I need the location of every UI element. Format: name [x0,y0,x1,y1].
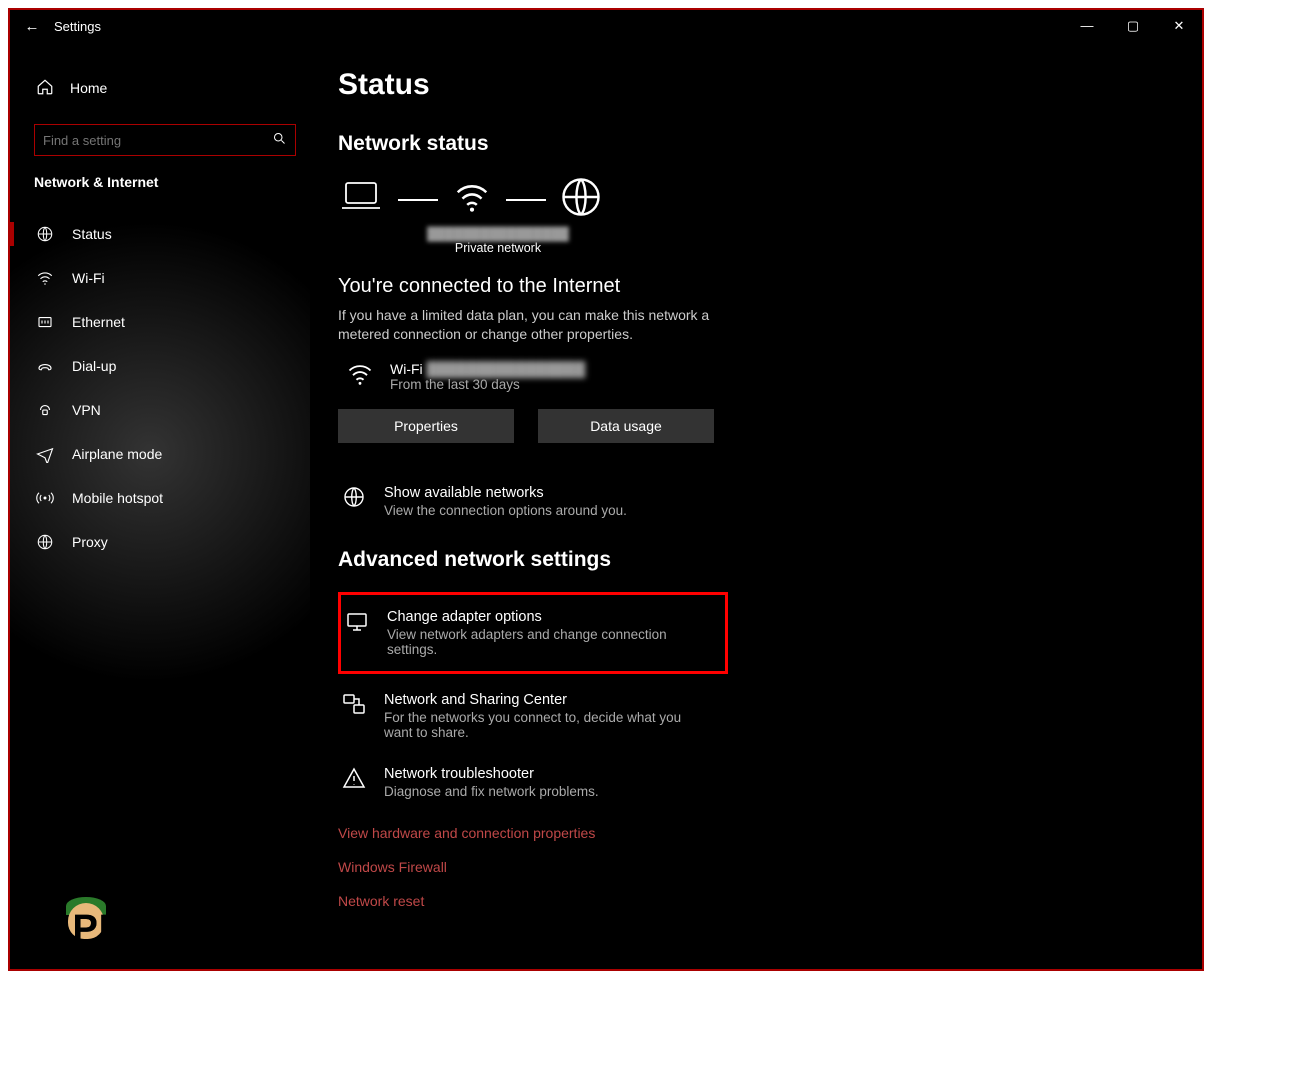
option-subtitle: Diagnose and fix network problems. [384,784,599,799]
maximize-button[interactable]: ▢ [1110,10,1156,42]
warning-icon [342,766,366,795]
sidebar-item-ethernet[interactable]: Ethernet [10,300,310,344]
option-subtitle: View network adapters and change connect… [387,627,711,657]
sidebar-item-airplane[interactable]: Airplane mode [10,432,310,476]
option-subtitle: View the connection options around you. [384,503,627,518]
connection-period: From the last 30 days [390,377,585,392]
link-hardware-properties[interactable]: View hardware and connection properties [338,825,1162,841]
option-title: Change adapter options [387,609,711,625]
diagram-ssid-blurred: ████████████████ [338,227,658,241]
back-button[interactable]: ← [10,18,54,35]
sidebar-label: Airplane mode [72,446,162,462]
globe-icon [560,176,602,223]
home-label: Home [70,80,107,96]
sidebar-label: Status [72,226,112,242]
search-box[interactable] [34,124,296,156]
sidebar-item-hotspot[interactable]: Mobile hotspot [10,476,310,520]
option-title: Network and Sharing Center [384,692,712,708]
watermark: APPUALS [44,908,233,951]
home-icon [36,78,54,99]
vpn-icon [36,401,54,419]
link-windows-firewall[interactable]: Windows Firewall [338,859,1162,875]
sidebar-label: Mobile hotspot [72,490,163,506]
sharing-icon [342,692,366,721]
link-network-reset[interactable]: Network reset [338,893,1162,909]
proxy-icon [36,533,54,551]
section-advanced: Advanced network settings [338,548,1162,572]
content-pane: Status Network status ████████████████ P… [310,42,1202,969]
section-network-status: Network status [338,132,1162,156]
connected-description: If you have a limited data plan, you can… [338,306,738,344]
sidebar-label: Ethernet [72,314,125,330]
sidebar-label: Dial-up [72,358,116,374]
laptop-icon [338,178,384,221]
connection-row: Wi-Fi ████████████████ From the last 30 … [338,360,1162,393]
search-input[interactable] [43,133,272,148]
globe-icon [36,225,54,243]
data-usage-button[interactable]: Data usage [538,409,714,443]
window-title: Settings [54,19,101,34]
show-available-networks[interactable]: Show available networks View the connect… [338,477,728,526]
connection-ssid-blurred: ████████████████ [427,361,586,377]
hotspot-icon [36,489,54,507]
search-icon [272,131,287,149]
page-title: Status [338,68,1162,102]
dialup-icon [36,357,54,375]
ethernet-icon [36,313,54,331]
diagram-network-type: Private network [338,241,658,255]
connection-type: Wi-Fi [390,361,423,377]
wifi-icon [346,360,374,393]
airplane-icon [36,445,54,463]
sidebar-label: Proxy [72,534,108,550]
sidebar-label: Wi-Fi [72,270,105,286]
connected-heading: You're connected to the Internet [338,275,1162,298]
adapter-icon [345,609,369,638]
sidebar-item-status[interactable]: Status [10,212,310,256]
sidebar-label: VPN [72,402,101,418]
network-sharing-center[interactable]: Network and Sharing Center For the netwo… [338,684,728,748]
option-title: Show available networks [384,485,627,501]
option-title: Network troubleshooter [384,766,599,782]
sidebar-item-wifi[interactable]: Wi-Fi [10,256,310,300]
sidebar-item-dialup[interactable]: Dial-up [10,344,310,388]
network-diagram [338,176,1162,223]
title-bar: ← Settings — ▢ ✕ [10,10,1202,42]
change-adapter-options[interactable]: Change adapter options View network adap… [338,592,728,674]
sidebar: Home Network & Internet Status Wi-Fi Eth… [10,42,310,969]
wifi-icon [36,269,54,287]
globe-icon [342,485,366,514]
sidebar-category: Network & Internet [10,174,310,190]
close-button[interactable]: ✕ [1156,10,1202,42]
option-subtitle: For the networks you connect to, decide … [384,710,712,740]
properties-button[interactable]: Properties [338,409,514,443]
minimize-button[interactable]: — [1064,10,1110,42]
network-troubleshooter[interactable]: Network troubleshooter Diagnose and fix … [338,758,728,807]
sidebar-home[interactable]: Home [10,70,310,106]
sidebar-item-vpn[interactable]: VPN [10,388,310,432]
sidebar-item-proxy[interactable]: Proxy [10,520,310,564]
settings-window: ← Settings — ▢ ✕ Home Network & Internet [8,8,1204,971]
wifi-icon [452,178,492,221]
